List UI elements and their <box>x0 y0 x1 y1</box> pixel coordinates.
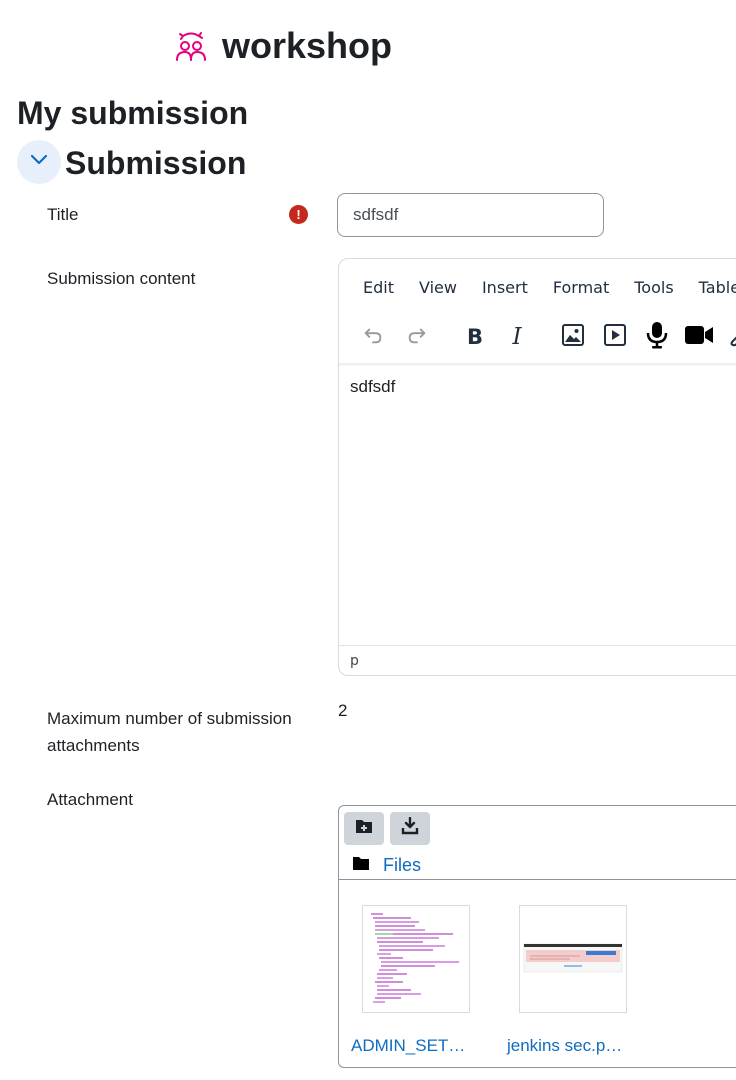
section-heading: Submission <box>65 145 247 181</box>
chevron-down-icon <box>29 153 49 171</box>
undo-button[interactable] <box>356 317 390 357</box>
menu-view[interactable]: View <box>404 278 467 297</box>
editor-toolbar: B I <box>339 317 736 357</box>
image-icon <box>561 323 585 352</box>
title-label: Title <box>47 205 79 224</box>
link-button[interactable] <box>722 317 736 357</box>
menu-edit[interactable]: Edit <box>349 278 404 297</box>
folder-icon <box>353 856 369 875</box>
menu-table[interactable]: Table <box>684 278 736 297</box>
italic-icon: I <box>512 324 522 350</box>
file-name-link[interactable]: ADMIN_SET… <box>351 1036 465 1056</box>
media-icon <box>603 323 627 352</box>
folder-plus-icon <box>355 818 373 839</box>
file-thumbnail-admin[interactable] <box>362 905 470 1013</box>
bold-icon: B <box>466 325 483 349</box>
italic-button[interactable]: I <box>500 317 534 357</box>
record-audio-button[interactable] <box>640 317 674 357</box>
attachment-label: Attachment <box>47 790 133 809</box>
max-attachments-value: 2 <box>338 701 348 720</box>
file-manager-divider <box>339 879 736 880</box>
file-thumbnail-jenkins[interactable] <box>519 905 627 1013</box>
section-collapse-button[interactable] <box>17 140 61 184</box>
add-file-button[interactable] <box>344 812 384 845</box>
link-icon <box>727 323 736 352</box>
title-input[interactable] <box>337 193 604 237</box>
menu-tools[interactable]: Tools <box>619 278 683 297</box>
editor-content[interactable]: sdfsdf <box>350 377 395 397</box>
toolbar-divider <box>339 363 736 367</box>
workshop-icon <box>174 30 208 62</box>
element-path[interactable]: p <box>350 653 359 669</box>
editor-statusbar: p <box>339 645 736 675</box>
editor-menubar: Edit View Insert Format Tools Table <box>339 259 736 315</box>
download-icon <box>401 816 419 840</box>
media-button[interactable] <box>598 317 632 357</box>
download-all-button[interactable] <box>390 812 430 845</box>
image-button[interactable] <box>556 317 590 357</box>
bold-button[interactable]: B <box>458 317 492 357</box>
activity-title: workshop <box>222 25 393 66</box>
required-icon: ! <box>289 205 308 224</box>
content-label: Submission content <box>47 269 196 288</box>
rich-text-editor: Edit View Insert Format Tools Table B I <box>338 258 736 676</box>
video-camera-icon <box>684 324 714 351</box>
files-folder-link[interactable]: Files <box>383 855 421 876</box>
file-manager: Files ADMIN_SET… jenkins sec.p… <box>338 805 736 1068</box>
page-heading: My submission <box>17 95 249 131</box>
menu-insert[interactable]: Insert <box>467 278 538 297</box>
file-path-breadcrumb: Files <box>353 852 421 878</box>
file-name-link[interactable]: jenkins sec.p… <box>507 1036 622 1056</box>
microphone-icon <box>646 321 668 354</box>
menu-format[interactable]: Format <box>538 278 619 297</box>
max-attachments-label: Maximum number of submission attachments <box>47 709 292 755</box>
record-video-button[interactable] <box>682 317 716 357</box>
redo-button[interactable] <box>400 317 434 357</box>
undo-icon <box>362 324 384 351</box>
redo-icon <box>406 324 428 351</box>
